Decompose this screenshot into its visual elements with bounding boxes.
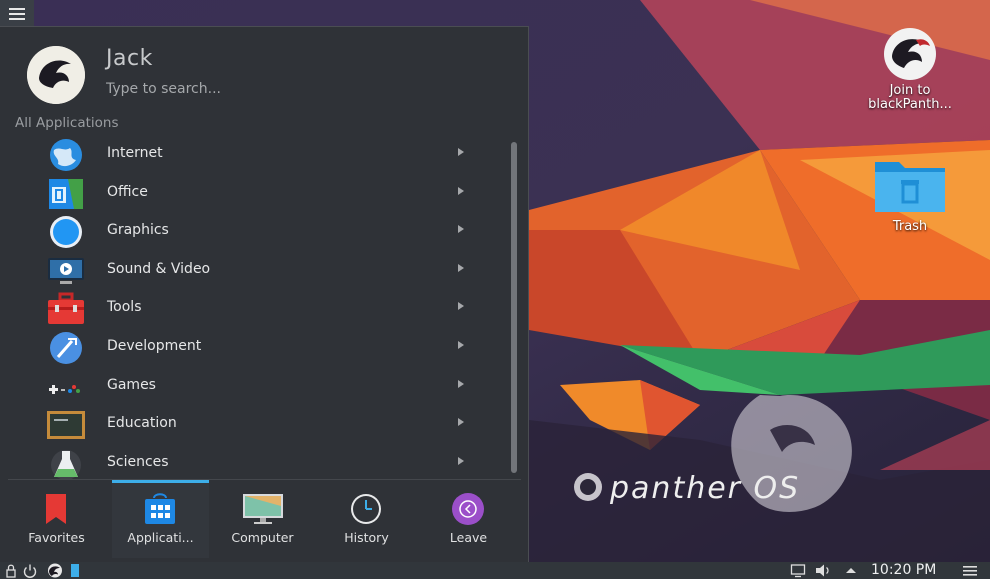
category-label: Office: [107, 183, 148, 200]
category-scrollbar[interactable]: [511, 142, 517, 473]
display-icon[interactable]: [790, 563, 806, 578]
graphics-icon: [50, 216, 82, 249]
tab-label: Favorites: [28, 530, 85, 545]
category-label: Education: [107, 415, 177, 432]
tab-label: Computer: [231, 530, 294, 545]
category-label: Development: [107, 338, 202, 354]
bookmark-icon: [46, 494, 66, 524]
panther-launcher-icon[interactable]: [44, 563, 66, 578]
chevron-right-icon: [458, 225, 464, 234]
category-tools[interactable]: Tools: [0, 290, 490, 328]
category-graphics[interactable]: Graphics: [0, 213, 490, 251]
avatar[interactable]: [27, 46, 85, 104]
chevron-right-icon: [458, 341, 464, 349]
category-sound-video[interactable]: Sound & Video: [0, 252, 490, 290]
task-indicator[interactable]: [71, 564, 79, 577]
chevron-right-icon: [458, 418, 464, 427]
volume-icon[interactable]: [814, 563, 832, 578]
power-icon[interactable]: [22, 563, 38, 578]
user-avatar-icon: [27, 46, 85, 104]
tab-computer[interactable]: Computer: [214, 480, 311, 558]
category-label: Games: [107, 376, 156, 393]
tab-label: Leave: [449, 530, 488, 545]
chevron-right-icon: [458, 456, 464, 465]
taskbar: 10:20 PM: [0, 562, 990, 579]
category-label: Sciences: [107, 453, 169, 470]
tab-leave[interactable]: Leave: [420, 480, 517, 558]
gamepad-icon: [49, 384, 80, 394]
internet-globe-icon: [50, 139, 82, 171]
desktop-icon-trash[interactable]: Trash: [855, 156, 965, 234]
search-input[interactable]: [106, 78, 486, 100]
trash-folder-icon: [875, 162, 945, 212]
desktop-icon-label: blackPanth...: [868, 97, 952, 112]
office-icon: [49, 178, 83, 209]
desktop-watermark-text: panther OS: [609, 471, 800, 506]
chevron-right-icon: [458, 186, 464, 195]
tab-favorites[interactable]: Favorites: [8, 480, 105, 558]
chevron-right-icon: [458, 302, 464, 311]
toolbox-icon: [48, 292, 84, 325]
tab-applications[interactable]: Applicati...: [112, 480, 209, 558]
chevron-right-icon: [458, 148, 464, 156]
category-development[interactable]: Development: [0, 329, 490, 367]
hamburger-icon: [9, 7, 25, 20]
category-label: Sound & Video: [107, 260, 211, 277]
desktop-icon-label: Trash: [892, 219, 928, 234]
category-games[interactable]: Games: [0, 368, 490, 406]
tab-history[interactable]: History: [318, 480, 415, 558]
category-internet[interactable]: Internet: [0, 136, 490, 174]
lock-icon[interactable]: [4, 563, 18, 578]
desktop: panther OS Join to blackPanth... Trash J…: [0, 0, 990, 562]
chevron-right-icon: [458, 263, 464, 272]
user-name: Jack: [106, 46, 153, 71]
application-launcher: Jack All Applications Internet Office: [0, 26, 529, 562]
desktop-icon-label: Join to: [889, 83, 931, 98]
development-icon: [50, 332, 82, 364]
category-label: Internet: [107, 145, 163, 161]
clock[interactable]: 10:20 PM: [871, 562, 936, 579]
chalkboard-icon: [47, 411, 85, 440]
tray-expand-icon[interactable]: [845, 563, 857, 578]
desktop-icon-join-blackpanther[interactable]: Join to blackPanth...: [855, 24, 965, 112]
tab-label: History: [344, 530, 389, 545]
category-sciences[interactable]: Sciences: [0, 445, 490, 483]
monitor-icon: [243, 494, 283, 524]
panel-menu-icon[interactable]: [962, 563, 978, 578]
leave-icon: [452, 493, 484, 525]
chevron-right-icon: [458, 379, 464, 388]
panther-logo-icon: [884, 28, 936, 80]
category-label: Graphics: [107, 222, 169, 239]
launcher-tabs: Favorites Applicati... Computer History …: [8, 480, 521, 558]
flask-icon: [51, 449, 81, 480]
category-label: Tools: [107, 299, 142, 316]
category-education[interactable]: Education: [0, 406, 490, 444]
applications-icon: [145, 493, 175, 524]
section-label: All Applications: [15, 115, 119, 131]
sound-video-icon: [48, 257, 84, 284]
clock-icon: [351, 494, 381, 524]
active-tab-indicator: [112, 480, 209, 483]
menu-button[interactable]: [0, 0, 34, 27]
category-office[interactable]: Office: [0, 175, 490, 213]
tab-label: Applicati...: [127, 530, 194, 545]
